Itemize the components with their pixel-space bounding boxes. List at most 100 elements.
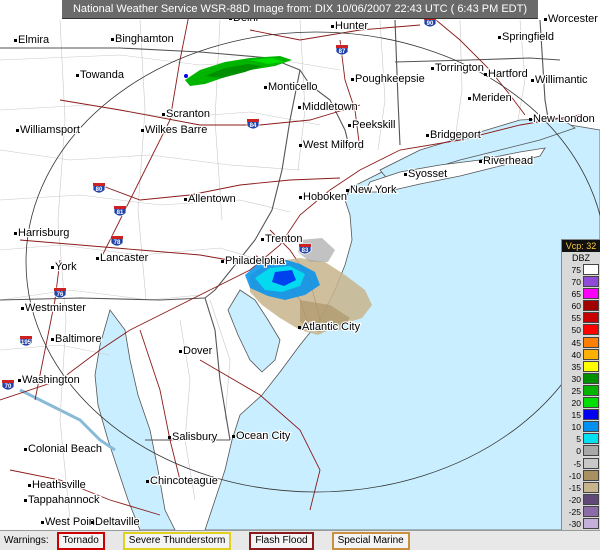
- city-marker: [14, 39, 17, 42]
- city-label: Peekskill: [352, 119, 395, 131]
- legend-entry: 35: [562, 360, 600, 373]
- city-label: Monticello: [268, 81, 318, 93]
- legend-value: 20: [571, 398, 581, 409]
- city-label: Colonial Beach: [28, 443, 102, 455]
- city-marker: [41, 521, 44, 524]
- legend-entry: 55: [562, 312, 600, 324]
- city-label: Lancaster: [100, 252, 149, 264]
- city-label: Meriden: [472, 92, 512, 104]
- city-marker: [484, 73, 487, 76]
- legend-swatch: [583, 372, 599, 384]
- city-label: Hunter: [335, 20, 368, 32]
- city-label: Poughkeepsie: [355, 73, 425, 85]
- city-marker: [331, 25, 334, 28]
- city-label: Torrington: [435, 62, 484, 74]
- legend-value: -5: [573, 458, 581, 469]
- interstate-shield-icon: 70: [1, 379, 15, 391]
- city-label: Towanda: [80, 69, 125, 81]
- city-marker: [179, 350, 182, 353]
- city-label: Williamsport: [20, 124, 80, 136]
- legend-value: 0: [576, 446, 581, 457]
- legend-value: 65: [571, 289, 581, 300]
- warning-severe-thunderstorm: Severe Thunderstorm: [122, 531, 232, 550]
- city-marker: [351, 78, 354, 81]
- city-marker: [529, 118, 532, 121]
- radar-image: 88908784808178768319570 DelhiHunterWorce…: [0, 0, 600, 550]
- legend-value: -20: [568, 494, 581, 505]
- legend-value: 30: [571, 373, 581, 384]
- legend-swatch: [583, 324, 599, 336]
- legend-value: 15: [571, 410, 581, 421]
- interstate-shield-icon: 87: [335, 44, 349, 56]
- city-marker: [51, 266, 54, 269]
- interstate-number: 87: [339, 49, 346, 55]
- city-marker: [264, 86, 267, 89]
- city-marker: [18, 379, 21, 382]
- legend-entry: 25: [562, 384, 600, 397]
- legend-entry: -20: [562, 493, 600, 506]
- city-marker: [96, 257, 99, 260]
- legend-entry: -15: [562, 481, 600, 494]
- city-label: Hoboken: [303, 191, 347, 203]
- legend-entry: 20: [562, 397, 600, 409]
- interstate-number: 83: [302, 248, 309, 254]
- legend-entry: 65: [562, 288, 600, 300]
- city-label: Trenton: [265, 233, 303, 245]
- city-label: Dover: [183, 345, 213, 357]
- legend-value: 45: [571, 337, 581, 348]
- legend-value: 70: [571, 277, 581, 288]
- legend-entry: -25: [562, 505, 600, 518]
- legend-swatch: [583, 336, 599, 348]
- city-marker: [404, 173, 407, 176]
- legend-swatch: [583, 384, 599, 396]
- legend-entry: -5: [562, 457, 600, 470]
- city-label: Wilkes Barre: [145, 124, 207, 136]
- city-label: New York: [350, 184, 397, 196]
- interstate-shield-icon: 78: [110, 235, 124, 247]
- city-marker: [24, 448, 27, 451]
- legend-value: 75: [571, 265, 581, 275]
- interstate-number: 70: [5, 384, 12, 390]
- legend-swatch: [583, 409, 599, 421]
- interstate-shield-icon: 76: [53, 287, 67, 299]
- interstate-shield-icon: 195: [19, 335, 33, 347]
- legend-swatch: [583, 469, 599, 481]
- warning-special-marine: Special Marine: [331, 531, 410, 550]
- legend-value: 5: [576, 434, 581, 445]
- city-label: Ocean City: [236, 430, 291, 442]
- city-marker: [168, 436, 171, 439]
- legend-value: 40: [571, 349, 581, 360]
- legend-entry: 0: [562, 445, 600, 457]
- city-label: Deltaville: [95, 516, 140, 528]
- city-label: Atlantic City: [302, 321, 361, 333]
- legend-entry: 70: [562, 276, 600, 288]
- legend-entry: -30: [562, 517, 600, 530]
- city-label: Binghamton: [115, 33, 174, 45]
- legend-swatch: [583, 264, 599, 275]
- legend-value: -10: [568, 470, 581, 481]
- legend-swatch: [583, 481, 599, 493]
- legend-swatch: [583, 457, 599, 469]
- city-label: Syosset: [408, 168, 447, 180]
- city-marker: [544, 18, 547, 21]
- city-marker: [221, 260, 224, 263]
- warnings-bar: Warnings: Tornado Severe Thunderstorm Flas…: [0, 530, 600, 550]
- warnings-label: Warnings:: [4, 535, 49, 546]
- vcp-label: Vcp: 32: [562, 240, 600, 252]
- city-label: Heathsville: [32, 479, 86, 491]
- legend-swatch: [583, 397, 599, 409]
- interstate-number: 80: [96, 187, 103, 193]
- city-marker: [298, 106, 301, 109]
- city-marker: [184, 198, 187, 201]
- interstate-shield-icon: 80: [92, 182, 106, 194]
- city-label: West Milford: [303, 139, 364, 151]
- city-marker: [51, 338, 54, 341]
- city-marker: [468, 97, 471, 100]
- legend-value: -15: [568, 482, 581, 493]
- radar-map: 88908784808178768319570 DelhiHunterWorce…: [0, 0, 600, 530]
- city-marker: [348, 124, 351, 127]
- legend-value: 35: [571, 361, 581, 372]
- city-label: Elmira: [18, 34, 50, 46]
- legend-value: -25: [568, 506, 581, 517]
- interstate-number: 76: [57, 292, 64, 298]
